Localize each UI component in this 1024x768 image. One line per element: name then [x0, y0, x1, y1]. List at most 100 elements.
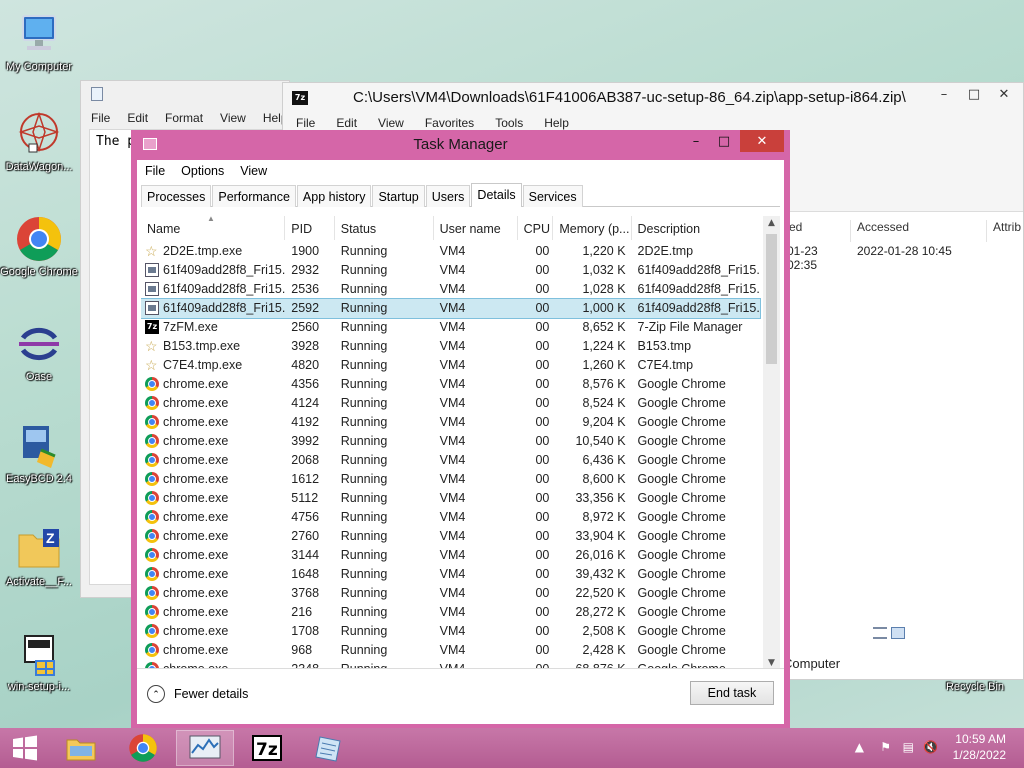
table-row[interactable]: chrome.exe 1612 Running VM4 00 8,600 K Google …: [141, 470, 760, 489]
tab-users[interactable]: Users: [425, 185, 471, 207]
process-name: B153.tmp.exe: [163, 339, 241, 353]
table-row[interactable]: 61f409add28f8_Fri15... 2592 Running VM4 00 1,…: [141, 298, 761, 319]
notepad-menu-edit[interactable]: Edit: [117, 109, 155, 129]
column-memory[interactable]: Memory (p...: [553, 216, 632, 240]
tab-app-history[interactable]: App history: [296, 185, 372, 207]
table-row[interactable]: chrome.exe 3144 Running VM4 00 26,016 K Google…: [141, 546, 760, 565]
column-cpu[interactable]: CPU: [518, 216, 554, 240]
notepad-menu-file[interactable]: File: [81, 109, 117, 129]
column-name[interactable]: ▲ Name: [141, 216, 286, 240]
table-header: ▲ Name PID Status User name CPU Memory (p…: [141, 216, 760, 240]
process-details-table[interactable]: ▲ Name PID Status User name CPU Memory (p…: [141, 216, 780, 674]
process-name: chrome.exe: [163, 377, 229, 391]
cell-user-name: VM4: [439, 510, 466, 524]
cell-memory: 8,652 K: [582, 320, 626, 334]
desktop-icon-label: EasyBCD 2.4: [5, 473, 73, 485]
desktop-icon-win-setup[interactable]: win-setup-i...: [0, 630, 78, 694]
table-row[interactable]: 61f409add28f8_Fri15... 2536 Running VM4 00 1,…: [141, 280, 760, 299]
tab-processes[interactable]: Processes: [141, 185, 212, 207]
cell-pid: 2560: [291, 320, 320, 334]
scrollbar-thumb[interactable]: [766, 234, 777, 364]
table-row[interactable]: chrome.exe 216 Running VM4 00 28,272 K Google …: [141, 603, 760, 622]
taskbar-clock[interactable]: 10:59 AM 1/28/2022: [953, 731, 1006, 763]
taskbar-chrome[interactable]: [114, 730, 172, 766]
minimize-button[interactable]: –: [929, 83, 959, 105]
notepad-titlebar[interactable]: [81, 81, 289, 109]
desktop-icon-google-chrome[interactable]: Google Chrome: [0, 215, 78, 279]
table-row[interactable]: chrome.exe 2068 Running VM4 00 6,436 K Google …: [141, 451, 760, 470]
table-row[interactable]: chrome.exe 3992 Running VM4 00 10,540 K Google…: [141, 432, 760, 451]
close-button[interactable]: ✕: [989, 83, 1019, 105]
process-name: 61f409add28f8_Fri15...: [163, 282, 286, 296]
table-row[interactable]: 7z 7zFM.exe 2560 Running VM4 00 8,652 K 7-Zip F…: [141, 318, 760, 337]
table-row[interactable]: chrome.exe 5112 Running VM4 00 33,356 K Google…: [141, 489, 760, 508]
preview-view-icon[interactable]: [891, 627, 905, 639]
cell-cpu: 00: [535, 396, 550, 410]
taskbar-task-manager[interactable]: [176, 730, 234, 766]
desktop-icon-oase[interactable]: Oase: [0, 320, 78, 384]
taskbar-notepad[interactable]: [300, 730, 358, 766]
table-row[interactable]: ☆ B153.tmp.exe 3928 Running VM4 00 1,224 K B153…: [141, 337, 760, 356]
action-center-flag-icon[interactable]: ⚑: [880, 740, 891, 754]
cell-status: Running: [340, 605, 388, 619]
column-attributes[interactable]: Attrib: [987, 220, 1021, 242]
7zip-titlebar[interactable]: 7z C:\Users\VM4\Downloads\61F41006AB387-…: [283, 83, 1023, 113]
scroll-up-icon[interactable]: ▲: [763, 218, 780, 234]
taskbar-7zip[interactable]: 7z: [238, 730, 296, 766]
table-row[interactable]: 61f409add28f8_Fri15... 2932 Running VM4 00 1,…: [141, 261, 760, 280]
table-row[interactable]: chrome.exe 1708 Running VM4 00 2,508 K Google …: [141, 622, 760, 641]
table-row[interactable]: chrome.exe 4124 Running VM4 00 8,524 K Google …: [141, 394, 760, 413]
tab-startup[interactable]: Startup: [372, 185, 425, 207]
fewer-details-button[interactable]: ⌃ Fewer details: [147, 685, 248, 703]
end-task-button[interactable]: End task: [690, 681, 774, 705]
notepad-menu-format[interactable]: Format: [155, 109, 210, 129]
process-name: 2D2E.tmp.exe: [163, 244, 243, 258]
volume-muted-icon[interactable]: 🔇: [923, 740, 938, 754]
7zip-file-row[interactable]: 01-23 02:35 2022-01-28 10:45: [783, 244, 987, 272]
menu-options[interactable]: Options: [173, 160, 232, 184]
tab-services[interactable]: Services: [522, 185, 583, 207]
table-row[interactable]: chrome.exe 968 Running VM4 00 2,428 K Google C…: [141, 641, 760, 660]
tab-performance[interactable]: Performance: [212, 185, 296, 207]
menu-file[interactable]: File: [137, 160, 173, 184]
table-row[interactable]: chrome.exe 4756 Running VM4 00 8,972 K Google …: [141, 508, 760, 527]
cell-pid: 2592: [291, 301, 320, 315]
view-mode-icons[interactable]: [873, 627, 907, 641]
start-button[interactable]: [0, 730, 50, 766]
details-view-icon[interactable]: [873, 627, 887, 639]
desktop-icon-easybcd[interactable]: EasyBCD 2.4: [0, 422, 78, 486]
maximize-button[interactable]: □: [959, 83, 989, 105]
minimize-button[interactable]: –: [682, 130, 710, 152]
7zip-window-title: C:\Users\VM4\Downloads\61F41006AB387-uc-…: [353, 89, 906, 106]
close-button[interactable]: ✕: [740, 130, 784, 152]
taskbar-file-explorer[interactable]: [52, 730, 110, 766]
maximize-button[interactable]: □: [710, 130, 738, 152]
table-row[interactable]: chrome.exe 4356 Running VM4 00 8,576 K Google …: [141, 375, 760, 394]
table-row[interactable]: chrome.exe 2760 Running VM4 00 33,904 K Google…: [141, 527, 760, 546]
desktop-icon-my-computer[interactable]: My Computer: [0, 10, 78, 74]
tab-details[interactable]: Details: [471, 183, 522, 207]
task-manager-window[interactable]: Task Manager – □ ✕ File Options View Pro…: [131, 130, 790, 730]
table-row[interactable]: ☆ C7E4.tmp.exe 4820 Running VM4 00 1,260 K C7E4…: [141, 356, 760, 375]
table-row[interactable]: chrome.exe 4192 Running VM4 00 9,204 K Google …: [141, 413, 760, 432]
show-hidden-icons-icon[interactable]: ▲: [855, 740, 864, 754]
column-status[interactable]: Status: [335, 216, 434, 240]
table-row[interactable]: chrome.exe 3768 Running VM4 00 22,520 K Google…: [141, 584, 760, 603]
cell-description: Google Chrome: [637, 491, 726, 505]
vertical-scrollbar[interactable]: ▲ ▼: [763, 216, 780, 674]
column-user-name[interactable]: User name: [434, 216, 518, 240]
table-row[interactable]: chrome.exe 1648 Running VM4 00 39,432 K Google…: [141, 565, 760, 584]
column-accessed[interactable]: Accessed: [851, 220, 987, 242]
column-modified[interactable]: ed: [783, 220, 851, 242]
desktop-icon-activate-folder[interactable]: Z Activate__F...: [0, 525, 78, 589]
chrome-icon: [145, 491, 159, 505]
cell-description: Google Chrome: [637, 624, 726, 638]
menu-view[interactable]: View: [232, 160, 275, 184]
column-description[interactable]: Description: [632, 216, 760, 240]
task-manager-titlebar[interactable]: Task Manager – □ ✕: [131, 130, 790, 160]
table-row[interactable]: ☆ 2D2E.tmp.exe 1900 Running VM4 00 1,220 K 2D2E…: [141, 242, 760, 261]
desktop-icon-datawagon[interactable]: DataWagon...: [0, 110, 78, 174]
network-icon[interactable]: ▤: [903, 740, 914, 754]
notepad-menu-view[interactable]: View: [210, 109, 253, 129]
column-pid[interactable]: PID: [285, 216, 335, 240]
